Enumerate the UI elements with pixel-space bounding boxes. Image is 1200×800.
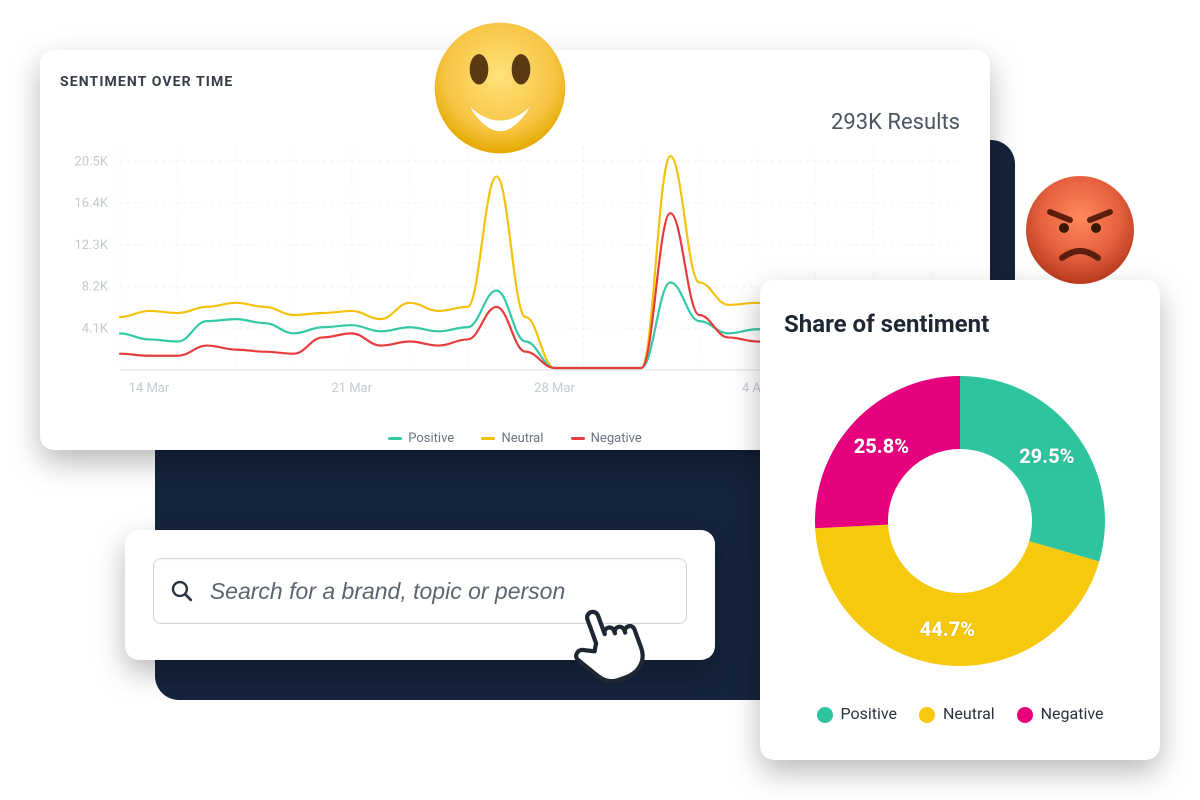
svg-text:16.4K: 16.4K xyxy=(74,196,108,211)
legend-item-negative: Negative xyxy=(571,431,642,446)
donut-label-positive: 29.5% xyxy=(1019,444,1074,468)
donut-legend: Positive Neutral Negative xyxy=(782,704,1138,723)
svg-text:28 Mar: 28 Mar xyxy=(534,381,575,396)
pointer-cursor-icon xyxy=(560,598,650,688)
results-count: 293K Results xyxy=(831,110,960,135)
donut-title: Share of sentiment xyxy=(784,310,1138,338)
legend-dot-positive xyxy=(817,707,833,723)
legend-item-neutral: Neutral xyxy=(481,431,543,446)
angry-emoji-icon xyxy=(1020,170,1140,290)
svg-text:12.3K: 12.3K xyxy=(74,238,108,253)
donut-label-negative: 25.8% xyxy=(854,434,909,458)
legend-item-positive: Positive xyxy=(388,431,454,446)
legend-dot-neutral xyxy=(919,707,935,723)
happy-emoji-icon xyxy=(430,18,570,158)
donut-label-neutral: 44.7% xyxy=(920,617,975,641)
legend-dot-negative xyxy=(1017,707,1033,723)
svg-text:20.5K: 20.5K xyxy=(74,154,108,169)
share-of-sentiment-card: Share of sentiment 29.5% 44.7% 25.8% Pos… xyxy=(760,280,1160,760)
search-icon xyxy=(170,578,194,604)
svg-text:4.1K: 4.1K xyxy=(82,321,109,336)
svg-text:8.2K: 8.2K xyxy=(82,280,109,295)
svg-text:21 Mar: 21 Mar xyxy=(331,381,372,396)
svg-text:14 Mar: 14 Mar xyxy=(129,381,170,396)
donut-chart: 29.5% 44.7% 25.8% xyxy=(795,356,1125,686)
